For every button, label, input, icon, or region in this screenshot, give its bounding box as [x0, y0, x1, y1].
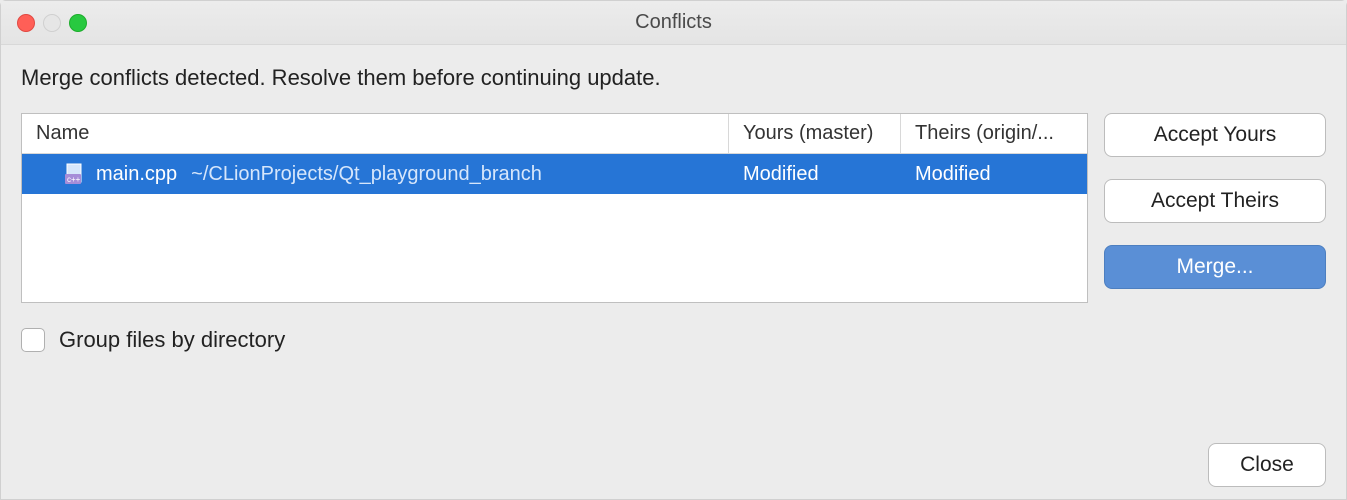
dialog-footer: Close [21, 423, 1326, 487]
minimize-window-button [43, 14, 61, 32]
conflicts-dialog: Conflicts Merge conflicts detected. Reso… [0, 0, 1347, 500]
accept-yours-button[interactable]: Accept Yours [1104, 113, 1326, 157]
titlebar: Conflicts [1, 1, 1346, 45]
merge-button[interactable]: Merge... [1104, 245, 1326, 289]
column-header-name[interactable]: Name [22, 114, 729, 153]
group-files-label: Group files by directory [59, 327, 285, 353]
table-row[interactable]: c++ main.cpp ~/CLionProjects/Qt_playgrou… [22, 154, 1087, 194]
filename: main.cpp [96, 163, 177, 186]
conflict-message: Merge conflicts detected. Resolve them b… [21, 65, 1326, 91]
cell-name: c++ main.cpp ~/CLionProjects/Qt_playgrou… [22, 154, 729, 194]
zoom-window-button[interactable] [69, 14, 87, 32]
window-controls [1, 14, 87, 32]
window-title: Conflicts [1, 11, 1346, 34]
column-header-yours[interactable]: Yours (master) [729, 114, 901, 153]
main-row: Name Yours (master) Theirs (origin/... c… [21, 113, 1326, 303]
group-files-checkbox[interactable] [21, 328, 45, 352]
action-buttons: Accept Yours Accept Theirs Merge... [1104, 113, 1326, 303]
accept-theirs-button[interactable]: Accept Theirs [1104, 179, 1326, 223]
cell-theirs: Modified [901, 154, 1087, 194]
table-header: Name Yours (master) Theirs (origin/... [22, 114, 1087, 154]
svg-text:c++: c++ [67, 175, 81, 184]
cpp-file-icon: c++ [64, 162, 88, 186]
close-window-button[interactable] [17, 14, 35, 32]
close-button[interactable]: Close [1208, 443, 1326, 487]
column-header-theirs[interactable]: Theirs (origin/... [901, 114, 1087, 153]
filepath: ~/CLionProjects/Qt_playground_branch [191, 163, 542, 186]
group-files-row: Group files by directory [21, 327, 1326, 353]
dialog-content: Merge conflicts detected. Resolve them b… [1, 45, 1346, 499]
table-body: c++ main.cpp ~/CLionProjects/Qt_playgrou… [22, 154, 1087, 302]
conflicts-table: Name Yours (master) Theirs (origin/... c… [21, 113, 1088, 303]
cell-yours: Modified [729, 154, 901, 194]
